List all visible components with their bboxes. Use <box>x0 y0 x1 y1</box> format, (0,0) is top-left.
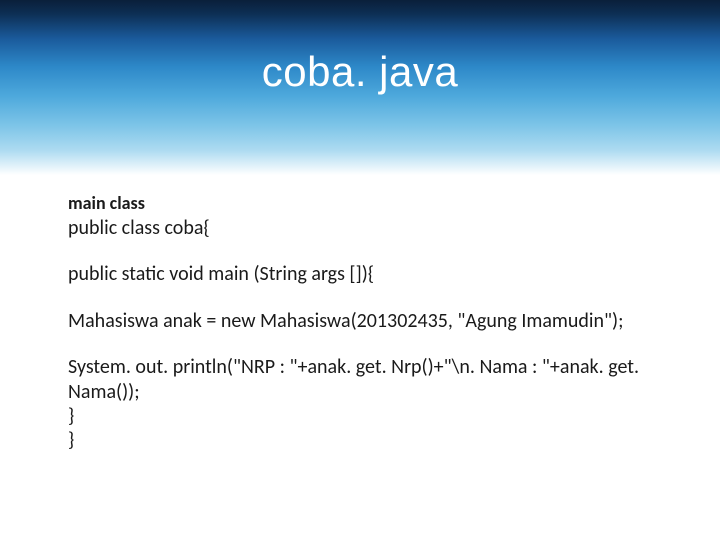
code-line: System. out. println("NRP : "+anak. get.… <box>68 355 658 404</box>
spacer <box>68 287 658 309</box>
code-line: public class coba{ <box>68 216 658 240</box>
code-line: public static void main (String args [])… <box>68 262 658 286</box>
content-subtitle: main class <box>68 192 658 214</box>
spacer <box>68 240 658 262</box>
slide-title: coba. java <box>0 48 720 96</box>
code-line: } <box>68 428 658 452</box>
code-line: } <box>68 404 658 428</box>
slide-content: main class public class coba{ public sta… <box>68 192 658 453</box>
code-line: Mahasiswa anak = new Mahasiswa(201302435… <box>68 309 658 333</box>
slide: coba. java main class public class coba{… <box>0 0 720 540</box>
spacer <box>68 333 658 355</box>
